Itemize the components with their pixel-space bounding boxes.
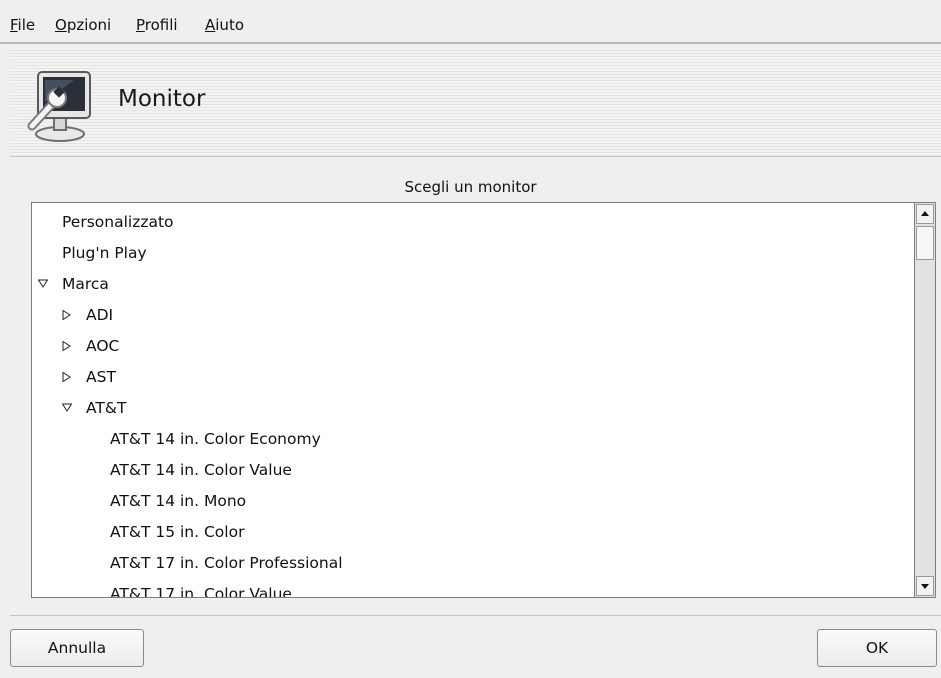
tree-item-marca[interactable]: Marca bbox=[62, 269, 109, 300]
tree-item-label: AT&T bbox=[86, 399, 127, 417]
scroll-thumb[interactable] bbox=[916, 226, 934, 260]
expanded-arrow-icon[interactable] bbox=[62, 393, 74, 424]
tree-item-label: AT&T 14 in. Color Economy bbox=[110, 430, 321, 448]
tree-item-att[interactable]: AT&T bbox=[86, 393, 126, 424]
tree-item-label: AT&T 14 in. Color Value bbox=[110, 461, 292, 479]
tree-item-monitor[interactable]: AT&T 17 in. Color Professional bbox=[110, 548, 343, 579]
menu-bar: File Opzioni Profili Aiuto bbox=[0, 0, 941, 44]
tree-item-monitor[interactable]: AT&T 14 in. Color Economy bbox=[110, 424, 321, 455]
tree-item-plugnplay[interactable]: Plug'n Play bbox=[62, 238, 147, 269]
menu-opzioni[interactable]: Opzioni bbox=[55, 16, 111, 34]
tree-item-label: Plug'n Play bbox=[62, 244, 147, 262]
scroll-up-button[interactable] bbox=[916, 204, 934, 224]
tree-item-adi[interactable]: ADI bbox=[86, 300, 113, 331]
ok-button[interactable]: OK bbox=[817, 629, 937, 667]
tree-item-label: AST bbox=[86, 368, 116, 386]
tree-item-label: Personalizzato bbox=[62, 213, 174, 231]
collapsed-arrow-icon[interactable] bbox=[62, 331, 74, 362]
menu-profili[interactable]: Profili bbox=[136, 16, 178, 34]
monitor-wrench-icon bbox=[24, 68, 91, 142]
arrow-down-icon bbox=[921, 584, 929, 589]
collapsed-arrow-icon[interactable] bbox=[62, 300, 74, 331]
page-title: Monitor bbox=[118, 86, 206, 112]
tree-item-label: Marca bbox=[62, 275, 109, 293]
tree-item-monitor[interactable]: AT&T 14 in. Color Value bbox=[110, 455, 292, 486]
expanded-arrow-icon[interactable] bbox=[38, 269, 50, 300]
menu-aiuto[interactable]: Aiuto bbox=[205, 16, 244, 34]
tree-item-ast[interactable]: AST bbox=[86, 362, 116, 393]
menu-file[interactable]: File bbox=[10, 16, 35, 34]
collapsed-arrow-icon[interactable] bbox=[62, 362, 74, 393]
vertical-scrollbar[interactable] bbox=[914, 202, 936, 598]
header-banner: Monitor bbox=[10, 48, 941, 157]
list-caption: Scegli un monitor bbox=[404, 178, 537, 196]
divider bbox=[10, 615, 941, 616]
arrow-up-icon bbox=[921, 211, 929, 216]
tree-item-monitor[interactable]: AT&T 14 in. Mono bbox=[110, 486, 246, 517]
scroll-down-button[interactable] bbox=[916, 576, 934, 596]
tree-item-label: ADI bbox=[86, 306, 114, 324]
tree-item-personalizzato[interactable]: Personalizzato bbox=[62, 207, 174, 238]
tree-item-label: AT&T 17 in. Color Professional bbox=[110, 554, 343, 572]
monitor-tree[interactable]: Personalizzato Plug'n Play Marca ADI AOC… bbox=[31, 202, 914, 598]
tree-item-monitor[interactable]: AT&T 17 in. Color Value bbox=[110, 579, 292, 598]
tree-item-aoc[interactable]: AOC bbox=[86, 331, 119, 362]
tree-item-label: AT&T 17 in. Color Value bbox=[110, 585, 292, 598]
tree-item-label: AT&T 14 in. Mono bbox=[110, 492, 247, 510]
tree-item-monitor[interactable]: AT&T 15 in. Color bbox=[110, 517, 244, 548]
tree-item-label: AOC bbox=[86, 337, 120, 355]
tree-item-label: AT&T 15 in. Color bbox=[110, 523, 245, 541]
cancel-button[interactable]: Annulla bbox=[10, 629, 144, 667]
